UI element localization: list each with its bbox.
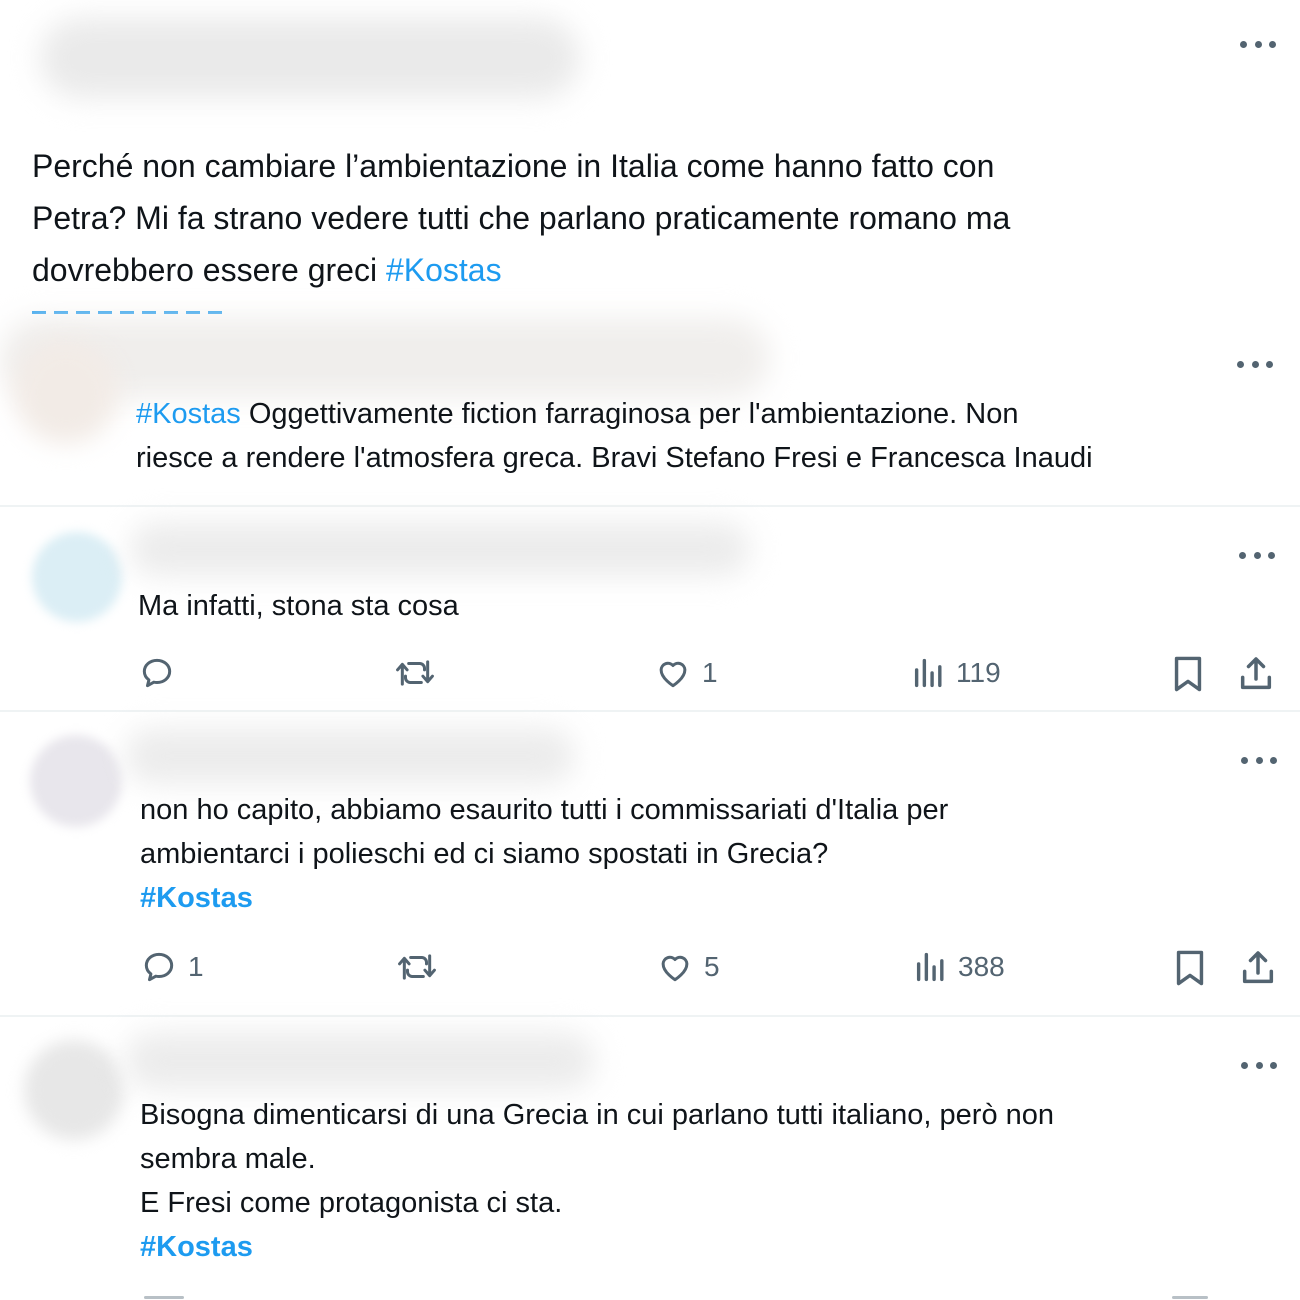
more-icon[interactable] xyxy=(1237,358,1273,370)
username-blurred xyxy=(40,18,580,98)
reply-text: #Kostas Oggettivamente fiction farragino… xyxy=(136,398,1093,474)
reply-count: 1 xyxy=(188,951,204,982)
share-icon xyxy=(1236,654,1276,694)
share-button[interactable] xyxy=(1238,948,1278,988)
retweet-icon xyxy=(394,654,436,692)
avatar[interactable] xyxy=(24,1040,124,1140)
retweet-icon xyxy=(396,948,438,986)
main-tweet-line: Petra? Mi fa strano vedere tutti che par… xyxy=(32,200,1011,236)
next-row-cutoff xyxy=(140,1296,1300,1300)
avatar[interactable] xyxy=(30,735,122,827)
divider xyxy=(0,505,1300,507)
more-icon[interactable] xyxy=(1241,754,1277,766)
reply-button[interactable]: 1 xyxy=(140,948,204,986)
reply-icon xyxy=(140,948,178,986)
views-button[interactable]: 388 xyxy=(914,948,1005,986)
retweet-button[interactable] xyxy=(394,654,446,692)
reply-icon xyxy=(138,654,176,692)
username-blurred xyxy=(125,1032,595,1090)
retweet-button[interactable] xyxy=(396,948,448,986)
like-count: 5 xyxy=(704,951,720,982)
main-tweet-text: Perché non cambiare l’ambientazione in I… xyxy=(32,140,1010,296)
bookmark-button[interactable] xyxy=(1170,654,1206,694)
hashtag-link[interactable]: #Kostas xyxy=(140,1225,1054,1269)
more-icon[interactable] xyxy=(1240,38,1276,50)
bookmark-icon xyxy=(1170,654,1206,694)
username-blurred xyxy=(130,522,750,576)
more-icon[interactable] xyxy=(1241,1059,1277,1071)
avatar[interactable] xyxy=(14,340,118,444)
hashtag-link[interactable]: #Kostas xyxy=(140,876,948,920)
views-count: 388 xyxy=(958,951,1005,982)
reply-text: Bisogna dimenticarsi di una Grecia in cu… xyxy=(140,1093,1054,1269)
views-icon xyxy=(914,948,948,986)
hashtag-link[interactable]: #Kostas xyxy=(386,252,502,288)
views-button[interactable]: 119 xyxy=(912,654,1001,692)
main-tweet-line: dovrebbero essere greci #Kostas xyxy=(32,252,502,288)
reply-text: Ma infatti, stona sta cosa xyxy=(138,590,459,622)
divider xyxy=(0,1015,1300,1017)
like-icon xyxy=(656,948,694,986)
reply-button[interactable] xyxy=(138,654,186,692)
username-blurred xyxy=(125,728,575,784)
like-icon xyxy=(654,654,692,692)
share-button[interactable] xyxy=(1236,654,1276,694)
bookmark-button[interactable] xyxy=(1172,948,1208,988)
like-count: 1 xyxy=(702,657,718,688)
hashtag-link[interactable]: #Kostas xyxy=(136,398,241,430)
views-count: 119 xyxy=(956,657,1001,688)
like-button[interactable]: 1 xyxy=(654,654,718,692)
like-button[interactable]: 5 xyxy=(656,948,720,986)
reply-text: non ho capito, abbiamo esaurito tutti i … xyxy=(140,788,948,920)
avatar[interactable] xyxy=(32,532,122,622)
share-icon xyxy=(1238,948,1278,988)
more-icon[interactable] xyxy=(1239,549,1275,561)
translate-link-cutoff xyxy=(32,308,222,314)
views-icon xyxy=(912,654,946,692)
divider xyxy=(0,710,1300,712)
bookmark-icon xyxy=(1172,948,1208,988)
main-tweet-line: Perché non cambiare l’ambientazione in I… xyxy=(32,148,995,184)
